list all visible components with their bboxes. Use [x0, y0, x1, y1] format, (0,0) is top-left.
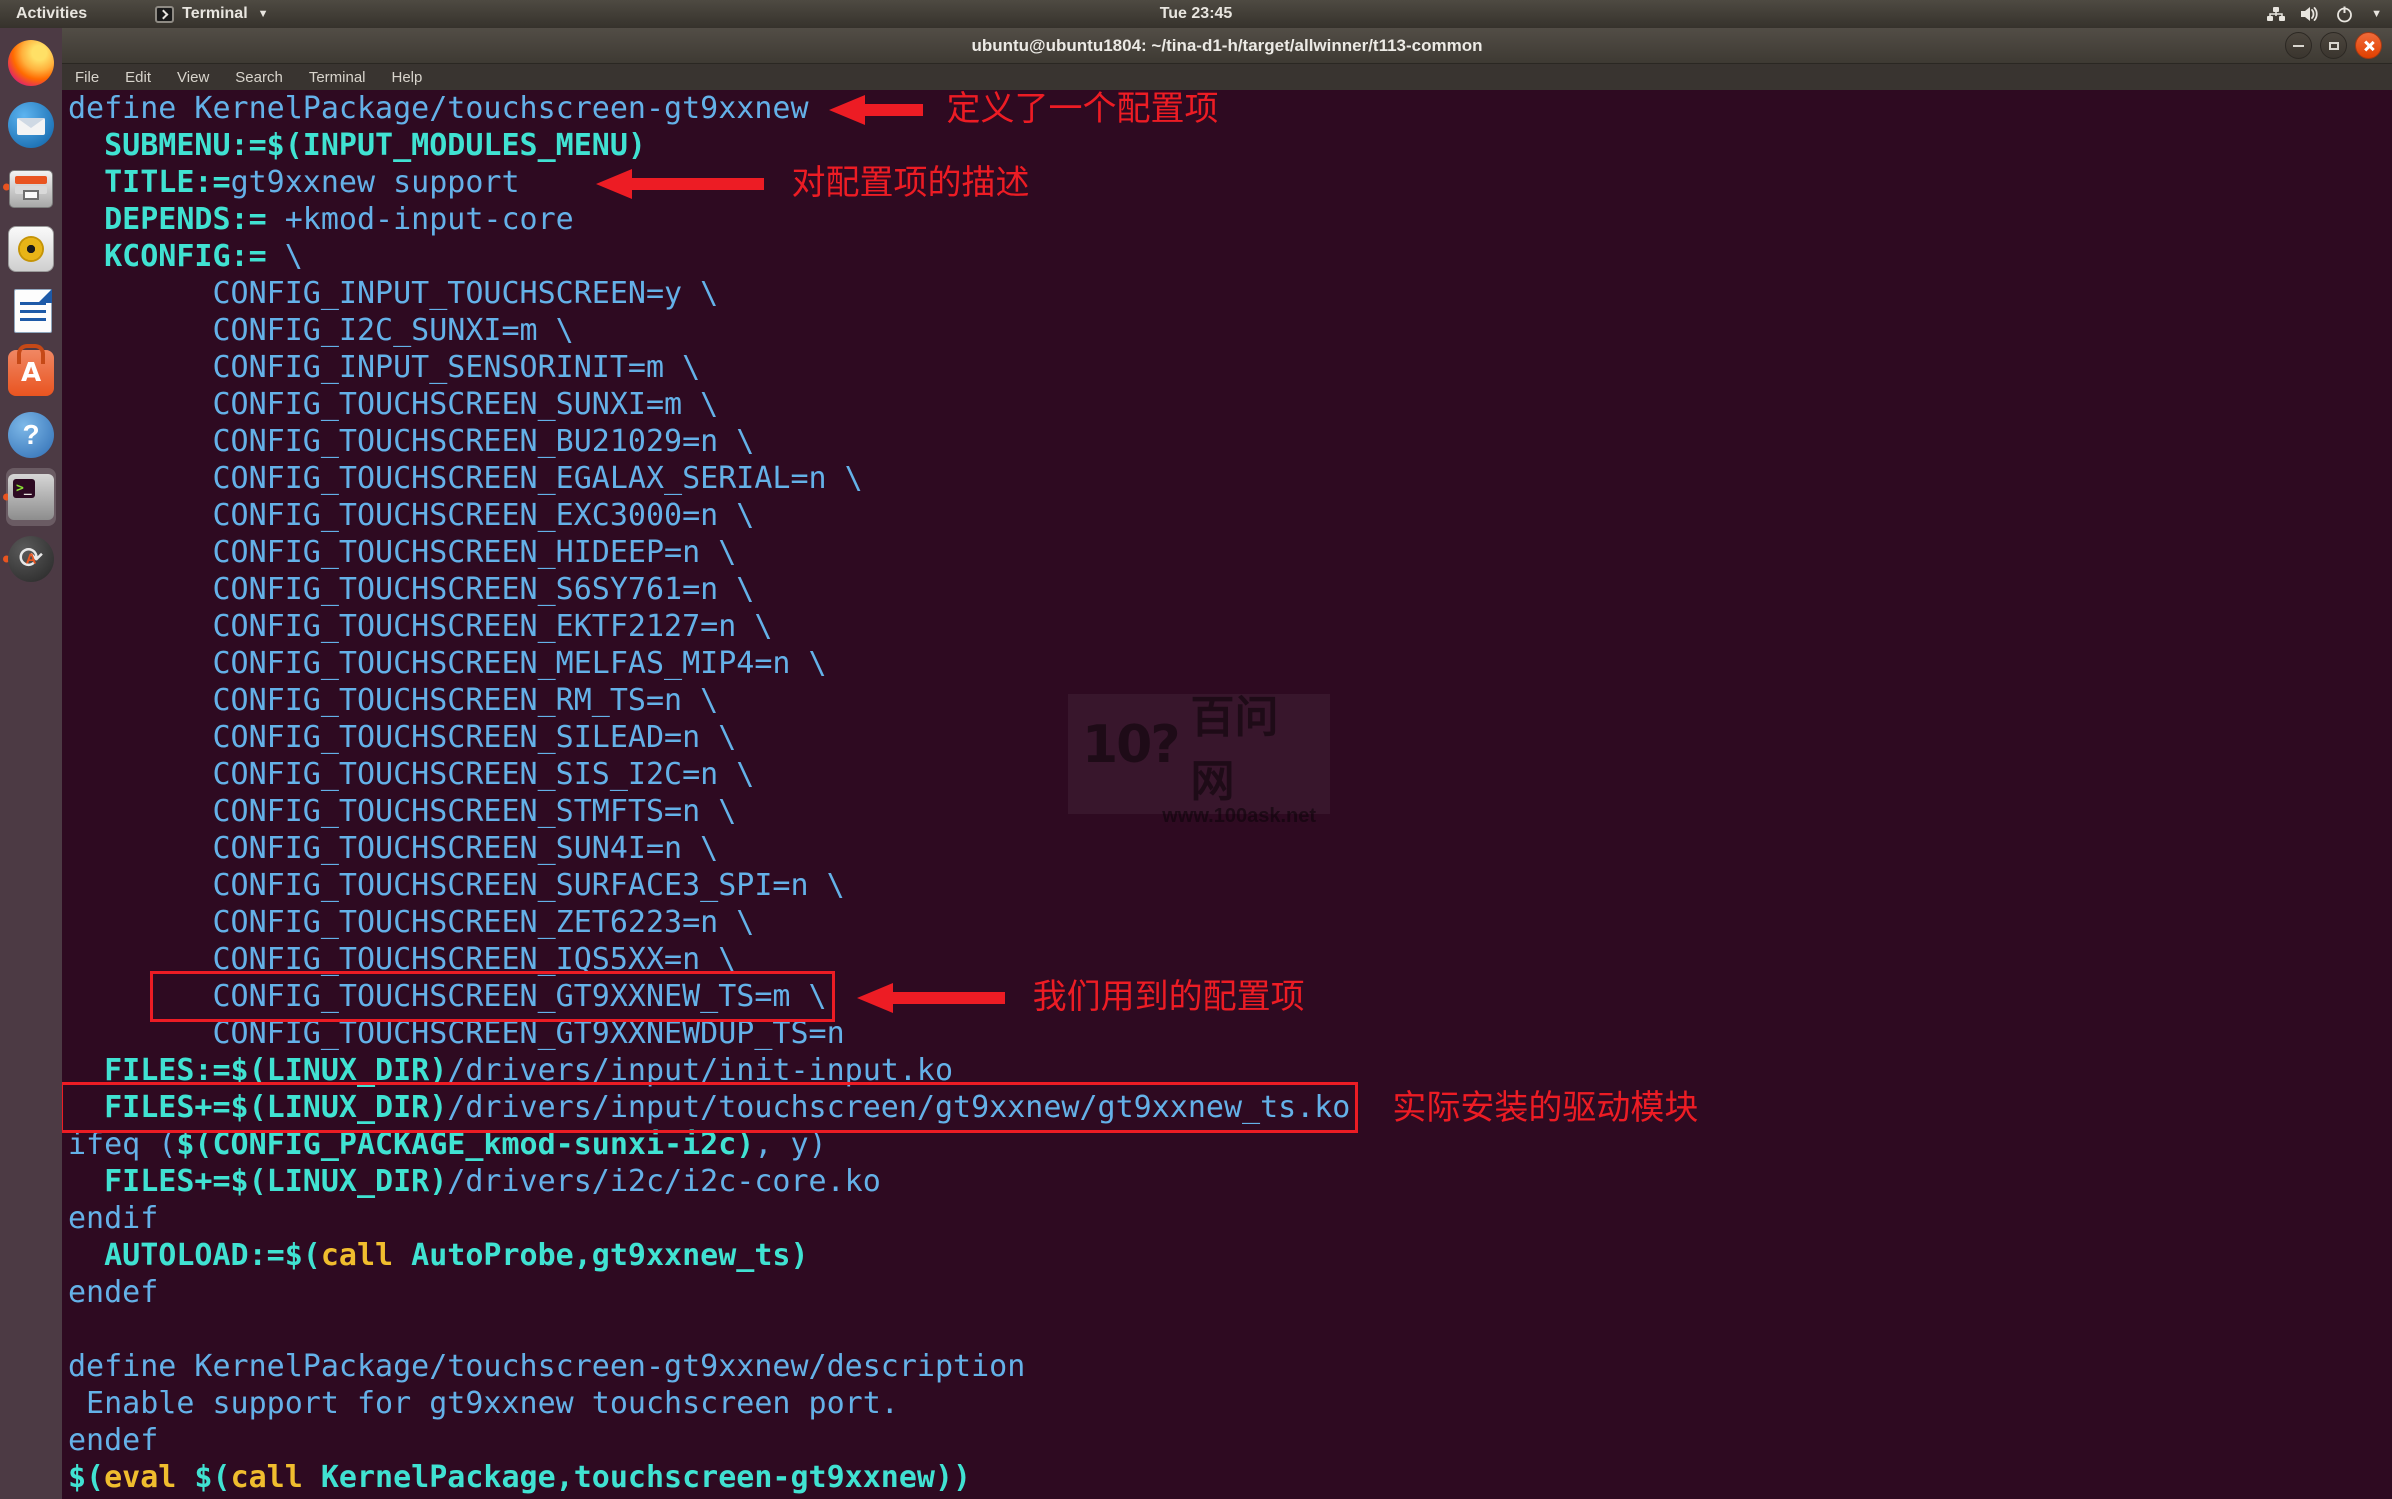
- dock-item-software-updater[interactable]: ⟳: [1, 528, 61, 590]
- maximize-button[interactable]: [2320, 32, 2347, 59]
- code-line: CONFIG_I2C_SUNXI=m \: [68, 312, 2392, 349]
- menu-search[interactable]: Search: [222, 69, 296, 86]
- dock-item-help[interactable]: [1, 404, 61, 466]
- code-line: CONFIG_TOUCHSCREEN_SUN4I=n \: [68, 830, 2392, 867]
- volume-icon: [2301, 6, 2320, 22]
- menu-view[interactable]: View: [164, 69, 222, 86]
- code-line: CONFIG_TOUCHSCREEN_SURFACE3_SPI=n \: [68, 867, 2392, 904]
- code-line: CONFIG_TOUCHSCREEN_IQS5XX=n \: [68, 941, 2392, 978]
- menu-help[interactable]: Help: [379, 69, 436, 86]
- menu-edit[interactable]: Edit: [112, 69, 164, 86]
- code-line: CONFIG_TOUCHSCREEN_EXC3000=n \: [68, 497, 2392, 534]
- writer-icon: [14, 289, 52, 333]
- dock-item-files[interactable]: [1, 156, 61, 218]
- watermark-logo: 10?: [1082, 715, 1179, 775]
- code-line: $(eval $(call KernelPackage,touchscreen-…: [68, 1459, 2392, 1496]
- app-menu-button[interactable]: Terminal ▼: [155, 5, 268, 23]
- code-line: endef: [68, 1422, 2392, 1459]
- dock-item-thunderbird[interactable]: [1, 94, 61, 156]
- caret-down-icon: ▼: [2371, 8, 2382, 20]
- annotation-text: 定义了一个配置项: [947, 91, 1219, 128]
- dock-item-terminal[interactable]: >_: [1, 466, 61, 528]
- dock-item-libreoffice-writer[interactable]: [1, 280, 61, 342]
- code-line: CONFIG_TOUCHSCREEN_HIDEEP=n \: [68, 534, 2392, 571]
- chevron-down-icon: ▼: [258, 8, 269, 20]
- code-line: CONFIG_TOUCHSCREEN_BU21029=n \: [68, 423, 2392, 460]
- code-line: CONFIG_TOUCHSCREEN_MELFAS_MIP4=n \: [68, 645, 2392, 682]
- close-icon: [2363, 40, 2375, 52]
- annotation: 实际安装的驱动模块: [1392, 1090, 1698, 1127]
- help-icon: [8, 412, 54, 458]
- minimize-icon: [2293, 45, 2304, 47]
- annotation: 我们用到的配置项: [857, 979, 1305, 1016]
- code-line: FILES+=$(LINUX_DIR)/drivers/i2c/i2c-core…: [68, 1163, 2392, 1200]
- dock-item-rhythmbox[interactable]: [1, 218, 61, 280]
- code-line: CONFIG_TOUCHSCREEN_EKTF2127=n \: [68, 608, 2392, 645]
- clock[interactable]: Tue 23:45: [1160, 5, 1233, 23]
- dock: >_ ⟳: [0, 28, 62, 1499]
- maximize-icon: [2329, 42, 2339, 50]
- menu-bar: File Edit View Search Terminal Help: [62, 64, 2392, 90]
- system-tray[interactable]: ▼: [2267, 0, 2382, 28]
- code-line: define KernelPackage/touchscreen-gt9xxne…: [68, 1348, 2392, 1385]
- close-button[interactable]: [2355, 32, 2382, 59]
- code-line: FILES+=$(LINUX_DIR)/drivers/input/touchs…: [68, 1089, 2392, 1126]
- watermark-brand: 百问网: [1191, 681, 1316, 809]
- code-line: [68, 1311, 2392, 1348]
- code-line: FILES:=$(LINUX_DIR)/drivers/input/init-i…: [68, 1052, 2392, 1089]
- arrow-left-icon: [829, 95, 865, 125]
- annotation: 对配置项的描述: [596, 165, 1030, 202]
- power-icon: [2336, 6, 2353, 23]
- watermark: 10? 百问网 www.100ask.net: [1068, 694, 1330, 814]
- menu-file[interactable]: File: [62, 69, 112, 86]
- code-line: CONFIG_INPUT_SENSORINIT=m \: [68, 349, 2392, 386]
- highlight-box: CONFIG_TOUCHSCREEN_GT9XXNEW_TS=m \: [158, 979, 826, 1014]
- annotation-text: 对配置项的描述: [792, 165, 1030, 202]
- highlight-box: FILES+=$(LINUX_DIR)/drivers/input/touchs…: [68, 1090, 1350, 1125]
- code-line: Enable support for gt9xxnew touchscreen …: [68, 1385, 2392, 1422]
- network-icon: [2267, 6, 2285, 22]
- code-line: CONFIG_TOUCHSCREEN_GT9XXNEWDUP_TS=n: [68, 1015, 2392, 1052]
- code-line: endif: [68, 1200, 2392, 1237]
- annotation-text: 我们用到的配置项: [1033, 979, 1305, 1016]
- code-line: TITLE:=gt9xxnew support对配置项的描述: [68, 164, 2392, 201]
- window-titlebar[interactable]: ubuntu@ubuntu1804: ~/tina-d1-h/target/al…: [62, 28, 2392, 64]
- files-icon: [9, 170, 53, 208]
- app-menu-label: Terminal: [182, 5, 248, 23]
- window-title: ubuntu@ubuntu1804: ~/tina-d1-h/target/al…: [971, 36, 1482, 56]
- dock-item-firefox[interactable]: [1, 32, 61, 94]
- activities-button[interactable]: Activities: [0, 0, 103, 28]
- rhythmbox-icon: [8, 226, 54, 272]
- code-line: CONFIG_TOUCHSCREEN_EGALAX_SERIAL=n \: [68, 460, 2392, 497]
- code-line: DEPENDS:= +kmod-input-core: [68, 201, 2392, 238]
- code-line: AUTOLOAD:=$(call AutoProbe,gt9xxnew_ts): [68, 1237, 2392, 1274]
- ubuntu-software-icon: [8, 350, 54, 396]
- code-line: CONFIG_TOUCHSCREEN_GT9XXNEW_TS=m \ 我们用到的配…: [68, 978, 2392, 1015]
- thunderbird-icon: [8, 102, 54, 148]
- arrow-left-icon: [857, 983, 893, 1013]
- terminal-icon: >_: [8, 474, 54, 520]
- code-line: define KernelPackage/touchscreen-gt9xxne…: [68, 90, 2392, 127]
- arrow-left-icon: [596, 169, 632, 199]
- code-line: CONFIG_TOUCHSCREEN_ZET6223=n \: [68, 904, 2392, 941]
- annotation: 定义了一个配置项: [829, 91, 1219, 128]
- code-line: CONFIG_TOUCHSCREEN_S6SY761=n \: [68, 571, 2392, 608]
- code-line: CONFIG_TOUCHSCREEN_SUNXI=m \: [68, 386, 2392, 423]
- watermark-url: www.100ask.net: [1082, 805, 1316, 828]
- code-line: KCONFIG:= \: [68, 238, 2392, 275]
- annotation-text: 实际安装的驱动模块: [1392, 1090, 1698, 1127]
- code-line: ifeq ($(CONFIG_PACKAGE_kmod-sunxi-i2c), …: [68, 1126, 2392, 1163]
- firefox-icon: [8, 40, 54, 86]
- minimize-button[interactable]: [2285, 32, 2312, 59]
- software-updater-icon: ⟳: [8, 536, 54, 582]
- menu-terminal[interactable]: Terminal: [296, 69, 379, 86]
- code-line: CONFIG_INPUT_TOUCHSCREEN=y \: [68, 275, 2392, 312]
- code-line: endef: [68, 1274, 2392, 1311]
- code-line: SUBMENU:=$(INPUT_MODULES_MENU): [68, 127, 2392, 164]
- dock-item-ubuntu-software[interactable]: [1, 342, 61, 404]
- system-top-bar: Activities Terminal ▼ Tue 23:45 ▼: [0, 0, 2392, 28]
- terminal-app-icon: [155, 6, 174, 23]
